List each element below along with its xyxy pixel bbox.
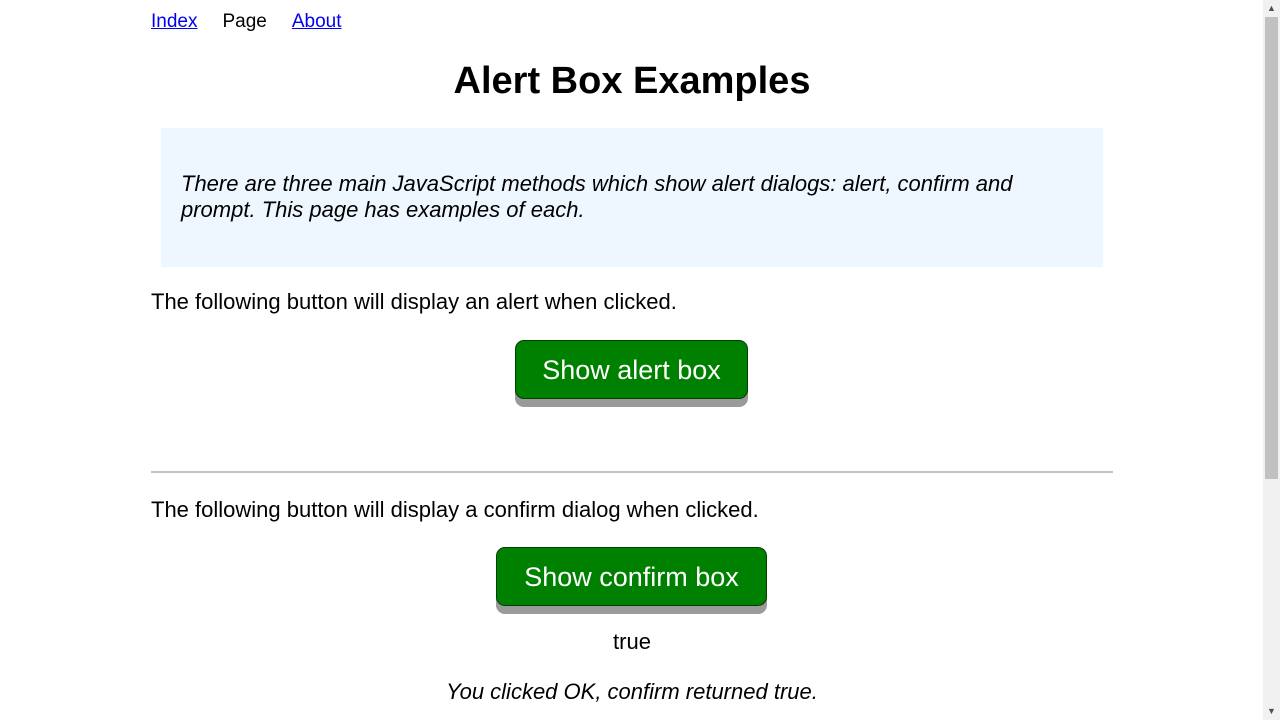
- nav-link-about[interactable]: About: [292, 11, 342, 32]
- scroll-down-arrow-icon[interactable]: ▼: [1263, 703, 1280, 720]
- top-nav: Index Page About: [151, 10, 342, 34]
- page-title: Alert Box Examples: [453, 60, 811, 102]
- confirm-description: The following button will display a conf…: [151, 497, 759, 522]
- nav-item-page-current: Page: [222, 11, 267, 32]
- intro-box: There are three main JavaScript methods …: [161, 128, 1103, 267]
- section-divider: [151, 471, 1113, 473]
- alert-description: The following button will display an ale…: [151, 289, 677, 314]
- vertical-scrollbar[interactable]: ▲ ▼: [1263, 0, 1280, 720]
- scroll-up-arrow-icon[interactable]: ▲: [1263, 0, 1280, 17]
- show-confirm-button[interactable]: Show confirm box: [496, 547, 767, 606]
- show-alert-button[interactable]: Show alert box: [515, 340, 748, 399]
- intro-text: There are three main JavaScript methods …: [181, 171, 1013, 222]
- confirm-return-value: true: [613, 629, 651, 654]
- confirm-result-explanation: You clicked OK, confirm returned true.: [446, 679, 818, 704]
- scrollbar-thumb[interactable]: [1265, 17, 1278, 479]
- nav-link-index[interactable]: Index: [151, 11, 197, 32]
